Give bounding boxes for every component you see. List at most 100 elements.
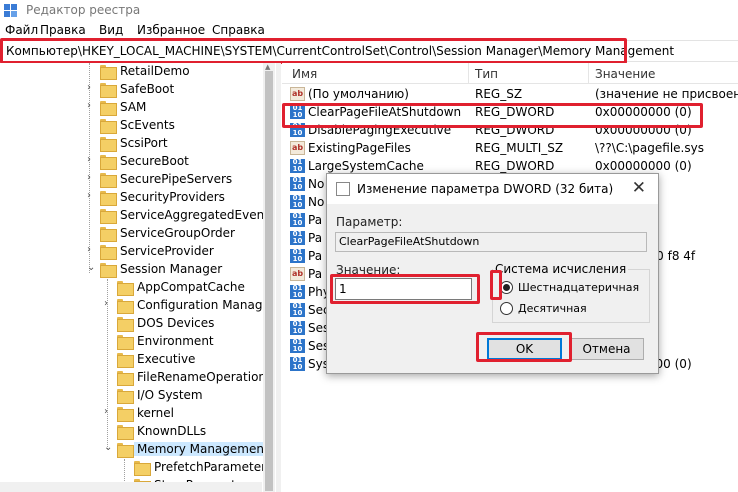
binary-value-icon: 01 10	[290, 213, 305, 227]
tree-item-label[interactable]: Configuration Manager	[137, 298, 275, 312]
binary-value-icon: 01 10	[290, 321, 305, 335]
folder-icon	[117, 281, 134, 296]
value-type: REG_SZ	[475, 87, 523, 101]
menu-bar: Файл Правка Вид Избранное Справка	[0, 22, 738, 40]
value-name: Pa	[308, 231, 323, 245]
registry-editor-icon	[4, 4, 17, 17]
folder-icon	[117, 335, 134, 350]
value-row[interactable]: ab (По умолчанию) REG_SZ (значение не присв…	[282, 85, 738, 103]
tree-item-label[interactable]: RetailDemo	[120, 64, 190, 78]
string-value-icon: ab	[290, 141, 305, 155]
tree-item-label[interactable]: ServiceProvider	[120, 244, 214, 258]
value-row[interactable]: 01 10 DisablePagingExecutive REG_DWORD 0x000…	[282, 121, 738, 139]
tree-item-label[interactable]: ScEvents	[120, 118, 175, 132]
chevron-right-icon[interactable]: ›	[104, 406, 108, 417]
chevron-right-icon[interactable]: ›	[87, 154, 91, 165]
chevron-down-icon[interactable]: ⌄	[87, 262, 95, 273]
param-name-value: ClearPageFileAtShutdown	[339, 235, 480, 248]
chevron-right-icon[interactable]: ›	[104, 298, 108, 309]
tree-horizontal-scrollbar[interactable]	[0, 482, 262, 492]
param-name-field: ClearPageFileAtShutdown	[335, 232, 647, 252]
tree-item-label[interactable]: kernel	[137, 406, 174, 420]
tree-item-label[interactable]: SecurityProviders	[120, 190, 225, 204]
tree-item-label[interactable]: FileRenameOperations	[137, 370, 272, 384]
column-type-header[interactable]: Тип	[475, 67, 498, 81]
folder-icon	[100, 173, 117, 188]
address-path[interactable]: Компьютер\HKEY_LOCAL_MACHINE\SYSTEM\Curr…	[6, 44, 674, 58]
chevron-down-icon[interactable]: ⌄	[104, 442, 112, 453]
binary-value-icon: 01 10	[290, 195, 305, 209]
tree-item-label[interactable]: SecureBoot	[120, 154, 189, 168]
value-type: REG_DWORD	[475, 105, 555, 119]
menu-file[interactable]: Файл	[5, 23, 38, 37]
folder-icon	[134, 461, 151, 476]
tree-item-label[interactable]: SecurePipeServers	[120, 172, 232, 186]
dec-radio-label[interactable]: Десятичная	[518, 302, 587, 315]
value-value: 0x00000000 (0)	[595, 123, 692, 137]
value-type: REG_MULTI_SZ	[475, 141, 564, 155]
value-value: 0x00000000 (0)	[595, 159, 692, 173]
tree-item-label[interactable]: ScsiPort	[120, 136, 168, 150]
list-header: Имя Тип Значение	[282, 63, 738, 84]
folder-icon	[100, 245, 117, 260]
window-title: Редактор реестра	[26, 3, 141, 17]
title-bar: Редактор реестра	[0, 0, 738, 22]
address-bar[interactable]: Компьютер\HKEY_LOCAL_MACHINE\SYSTEM\Curr…	[0, 40, 738, 62]
dec-radio[interactable]	[500, 302, 513, 315]
value-name: (По умолчанию)	[308, 87, 409, 101]
tree-item-label[interactable]: SafeBoot	[120, 82, 174, 96]
value-value: 0x00000000 (0)	[595, 105, 692, 119]
column-name-header[interactable]: Имя	[292, 67, 317, 81]
folder-icon	[117, 317, 134, 332]
folder-icon	[117, 425, 134, 440]
scroll-up-icon[interactable]: ▲	[265, 63, 270, 71]
value-name: No	[308, 177, 325, 191]
value-data-input[interactable]	[335, 278, 472, 300]
value-row[interactable]: ab ExistingPageFiles REG_MULTI_SZ \??\C:\pa…	[282, 139, 738, 157]
menu-edit[interactable]: Правка	[40, 23, 86, 37]
hex-radio[interactable]	[500, 281, 513, 294]
binary-value-icon: 01 10	[290, 159, 305, 173]
binary-value-icon: 01 10	[290, 339, 305, 353]
value-name: ClearPageFileAtShutdown	[308, 105, 462, 119]
chevron-right-icon[interactable]: ›	[87, 244, 91, 255]
chevron-right-icon[interactable]: ›	[87, 82, 91, 93]
tree-item-label[interactable]: Session Manager	[120, 262, 222, 276]
menu-favorites[interactable]: Избранное	[137, 23, 205, 37]
tree-item-label[interactable]: Environment	[137, 334, 214, 348]
menu-help[interactable]: Справка	[212, 23, 265, 37]
tree-item-label[interactable]: DOS Devices	[137, 316, 214, 330]
tree-scrollbar[interactable]: ▲	[263, 63, 275, 492]
folder-icon	[117, 353, 134, 368]
close-icon[interactable]: ✕	[632, 178, 646, 198]
tree-item-label[interactable]: Executive	[137, 352, 195, 366]
chevron-right-icon[interactable]: ›	[87, 172, 91, 183]
cancel-button[interactable]: Отмена	[569, 338, 644, 360]
ok-button[interactable]: OK	[487, 338, 562, 360]
tree-item-label[interactable]: ServiceGroupOrder	[120, 226, 235, 240]
binary-value-icon: 01 10	[290, 105, 305, 119]
value-label: Значение:	[336, 263, 401, 277]
binary-value-icon: 01 10	[290, 249, 305, 263]
folder-icon	[117, 371, 134, 386]
folder-icon	[100, 65, 117, 80]
column-value-header[interactable]: Значение	[595, 67, 655, 81]
value-row[interactable]: 01 10 ClearPageFileAtShutdown REG_DWORD 0x00…	[282, 103, 738, 121]
base-group-title: Система исчисления	[493, 262, 629, 276]
tree-scroll-thumb[interactable]	[265, 71, 273, 491]
tree-item-label[interactable]: AppCompatCache	[137, 280, 245, 294]
chevron-right-icon[interactable]: ›	[87, 100, 91, 111]
value-name: LargeSystemCache	[308, 159, 424, 173]
chevron-right-icon[interactable]: ›	[87, 190, 91, 201]
registry-tree[interactable]: RetailDemo › SafeBoot › SAM ScEvents ScsiPort ›…	[0, 63, 276, 492]
hex-radio-label[interactable]: Шестнадцатеричная	[518, 281, 639, 294]
dialog-title: Изменение параметра DWORD (32 бита)	[357, 182, 614, 196]
tree-item-label[interactable]: I/O System	[137, 388, 203, 402]
tree-item-label[interactable]: ServiceAggregatedEvents	[120, 208, 275, 222]
tree-item-label[interactable]: Memory Management	[134, 442, 272, 456]
tree-item-label[interactable]: KnownDLLs	[137, 424, 206, 438]
pane-splitter[interactable]	[276, 63, 281, 492]
menu-view[interactable]: Вид	[99, 23, 123, 37]
tree-item-label[interactable]: SAM	[120, 100, 146, 114]
tree-item-label[interactable]: PrefetchParameters	[154, 460, 272, 474]
